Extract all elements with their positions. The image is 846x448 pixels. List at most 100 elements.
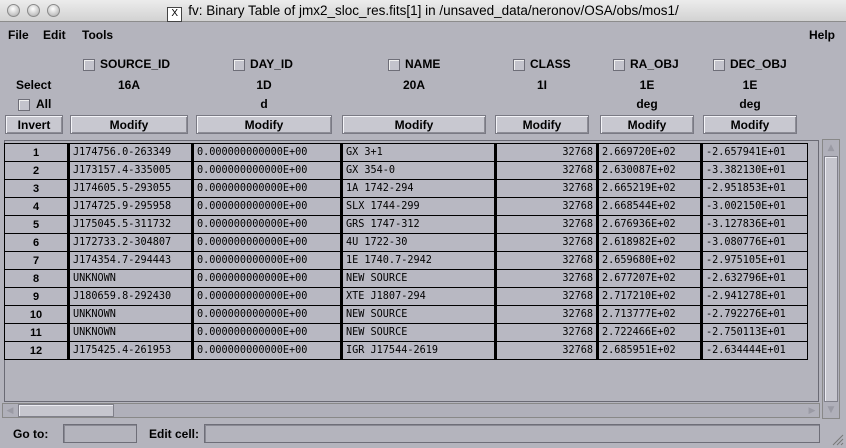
cell-day-id[interactable]: 0.000000000000E+00 <box>192 287 343 306</box>
cell-dec-obj[interactable]: -2.792276E+01 <box>701 305 808 324</box>
row-number[interactable]: 8 <box>4 269 70 288</box>
resize-grip-icon[interactable] <box>830 432 844 446</box>
scroll-right-arrow-icon[interactable]: ▶ <box>805 404 819 418</box>
edit-cell-input[interactable] <box>204 424 820 443</box>
cell-class[interactable]: 32768 <box>495 179 599 198</box>
cell-dec-obj[interactable]: -3.002150E+01 <box>701 197 808 216</box>
cell-source-id[interactable]: J174354.7-294443 <box>68 251 194 270</box>
modify-column-button[interactable]: Modify <box>600 115 694 134</box>
cell-ra-obj[interactable]: 2.677207E+02 <box>597 269 703 288</box>
cell-ra-obj[interactable]: 2.717210E+02 <box>597 287 703 306</box>
cell-dec-obj[interactable]: -2.634444E+01 <box>701 341 808 360</box>
cell-class[interactable]: 32768 <box>495 287 599 306</box>
cell-day-id[interactable]: 0.000000000000E+00 <box>192 215 343 234</box>
column-select-checkbox[interactable] <box>83 59 95 71</box>
cell-class[interactable]: 32768 <box>495 341 599 360</box>
row-number[interactable]: 3 <box>4 179 70 198</box>
horizontal-scrollbar[interactable]: ◀ ▶ <box>2 403 820 418</box>
cell-day-id[interactable]: 0.000000000000E+00 <box>192 233 343 252</box>
cell-source-id[interactable]: J174605.5-293055 <box>68 179 194 198</box>
column-select-checkbox[interactable] <box>233 59 245 71</box>
cell-ra-obj[interactable]: 2.685951E+02 <box>597 341 703 360</box>
modify-column-button[interactable]: Modify <box>342 115 486 134</box>
cell-name[interactable]: NEW SOURCE <box>341 305 497 324</box>
cell-dec-obj[interactable]: -2.941278E+01 <box>701 287 808 306</box>
cell-name[interactable]: GX 354-0 <box>341 161 497 180</box>
cell-name[interactable]: IGR J17544-2619 <box>341 341 497 360</box>
menu-file[interactable]: File <box>8 28 29 42</box>
cell-day-id[interactable]: 0.000000000000E+00 <box>192 161 343 180</box>
column-select-checkbox[interactable] <box>513 59 525 71</box>
cell-dec-obj[interactable]: -2.657941E+01 <box>701 143 808 162</box>
cell-source-id[interactable]: J172733.2-304807 <box>68 233 194 252</box>
cell-day-id[interactable]: 0.000000000000E+00 <box>192 323 343 342</box>
cell-ra-obj[interactable]: 2.618982E+02 <box>597 233 703 252</box>
cell-source-id[interactable]: J175045.5-311732 <box>68 215 194 234</box>
cell-source-id[interactable]: UNKNOWN <box>68 305 194 324</box>
cell-source-id[interactable]: J174725.9-295958 <box>68 197 194 216</box>
menu-tools[interactable]: Tools <box>82 28 113 42</box>
cell-day-id[interactable]: 0.000000000000E+00 <box>192 179 343 198</box>
cell-name[interactable]: NEW SOURCE <box>341 269 497 288</box>
cell-name[interactable]: GX 3+1 <box>341 143 497 162</box>
cell-dec-obj[interactable]: -3.080776E+01 <box>701 233 808 252</box>
cell-name[interactable]: XTE J1807-294 <box>341 287 497 306</box>
row-number[interactable]: 7 <box>4 251 70 270</box>
cell-source-id[interactable]: J173157.4-335005 <box>68 161 194 180</box>
select-all-checkbox[interactable] <box>18 99 30 111</box>
row-number[interactable]: 2 <box>4 161 70 180</box>
cell-class[interactable]: 32768 <box>495 323 599 342</box>
cell-ra-obj[interactable]: 2.659680E+02 <box>597 251 703 270</box>
horizontal-scroll-thumb[interactable] <box>18 404 114 417</box>
cell-dec-obj[interactable]: -3.382130E+01 <box>701 161 808 180</box>
cell-name[interactable]: SLX 1744-299 <box>341 197 497 216</box>
goto-input[interactable] <box>63 424 137 443</box>
cell-name[interactable]: GRS 1747-312 <box>341 215 497 234</box>
vertical-scrollbar[interactable]: ▲ ▼ <box>822 139 840 419</box>
vertical-scroll-thumb[interactable] <box>824 156 838 402</box>
scroll-down-arrow-icon[interactable]: ▼ <box>824 403 838 417</box>
cell-name[interactable]: 4U 1722-30 <box>341 233 497 252</box>
cell-class[interactable]: 32768 <box>495 251 599 270</box>
cell-ra-obj[interactable]: 2.668544E+02 <box>597 197 703 216</box>
cell-class[interactable]: 32768 <box>495 305 599 324</box>
row-number[interactable]: 4 <box>4 197 70 216</box>
cell-ra-obj[interactable]: 2.669720E+02 <box>597 143 703 162</box>
cell-class[interactable]: 32768 <box>495 197 599 216</box>
cell-ra-obj[interactable]: 2.665219E+02 <box>597 179 703 198</box>
row-number[interactable]: 5 <box>4 215 70 234</box>
cell-source-id[interactable]: UNKNOWN <box>68 323 194 342</box>
cell-day-id[interactable]: 0.000000000000E+00 <box>192 341 343 360</box>
column-select-checkbox[interactable] <box>388 59 400 71</box>
cell-name[interactable]: NEW SOURCE <box>341 323 497 342</box>
cell-class[interactable]: 32768 <box>495 233 599 252</box>
cell-name[interactable]: 1E 1740.7-2942 <box>341 251 497 270</box>
modify-column-button[interactable]: Modify <box>495 115 589 134</box>
column-select-checkbox[interactable] <box>713 59 725 71</box>
cell-class[interactable]: 32768 <box>495 215 599 234</box>
row-number[interactable]: 9 <box>4 287 70 306</box>
cell-class[interactable]: 32768 <box>495 161 599 180</box>
cell-dec-obj[interactable]: -2.951853E+01 <box>701 179 808 198</box>
cell-name[interactable]: 1A 1742-294 <box>341 179 497 198</box>
cell-dec-obj[interactable]: -2.975105E+01 <box>701 251 808 270</box>
cell-day-id[interactable]: 0.000000000000E+00 <box>192 269 343 288</box>
menu-edit[interactable]: Edit <box>43 28 66 42</box>
cell-day-id[interactable]: 0.000000000000E+00 <box>192 305 343 324</box>
cell-day-id[interactable]: 0.000000000000E+00 <box>192 143 343 162</box>
cell-ra-obj[interactable]: 2.630087E+02 <box>597 161 703 180</box>
cell-day-id[interactable]: 0.000000000000E+00 <box>192 251 343 270</box>
row-number[interactable]: 6 <box>4 233 70 252</box>
row-number[interactable]: 1 <box>4 143 70 162</box>
row-number[interactable]: 10 <box>4 305 70 324</box>
invert-button[interactable]: Invert <box>5 115 63 134</box>
cell-day-id[interactable]: 0.000000000000E+00 <box>192 197 343 216</box>
cell-class[interactable]: 32768 <box>495 269 599 288</box>
scroll-up-arrow-icon[interactable]: ▲ <box>824 141 838 155</box>
column-select-checkbox[interactable] <box>613 59 625 71</box>
row-number[interactable]: 11 <box>4 323 70 342</box>
row-number[interactable]: 12 <box>4 341 70 360</box>
menu-help[interactable]: Help <box>809 28 835 42</box>
cell-ra-obj[interactable]: 2.713777E+02 <box>597 305 703 324</box>
cell-dec-obj[interactable]: -2.750113E+01 <box>701 323 808 342</box>
